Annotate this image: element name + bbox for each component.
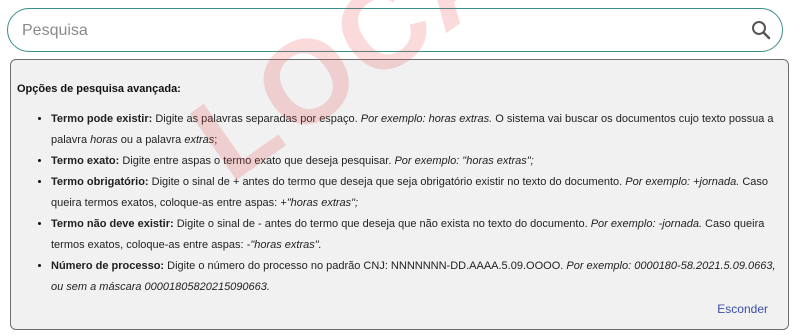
tip-example: Por exemplo: "horas extras"; bbox=[394, 155, 534, 167]
tip-term: Termo obrigatório: bbox=[51, 176, 149, 188]
search-bar[interactable] bbox=[7, 8, 783, 52]
tip-term: Termo exato: bbox=[51, 155, 120, 167]
tip-desc: Digite o sinal de - antes do termo que d… bbox=[173, 218, 591, 230]
tip-word: horas bbox=[90, 134, 118, 146]
panel-title: Opções de pesquisa avançada: bbox=[17, 83, 181, 95]
tip-example: Por exemplo: -jornada. bbox=[590, 218, 702, 230]
list-item: Termo obrigatório: Digite o sinal de + a… bbox=[51, 172, 776, 214]
list-item: Termo pode existir: Digite as palavras s… bbox=[51, 109, 776, 151]
tip-term: Número de processo: bbox=[51, 260, 165, 272]
tip-desc: Digite entre aspas o termo exato que des… bbox=[119, 155, 395, 167]
tip-word: extras bbox=[184, 134, 215, 146]
tip-desc: Digite o sinal de + antes do termo que d… bbox=[148, 176, 626, 188]
tip-term: Termo pode existir: bbox=[51, 113, 153, 125]
tips-list: Termo pode existir: Digite as palavras s… bbox=[11, 109, 776, 298]
tip-desc: Digite o número do processo no padrão CN… bbox=[164, 260, 567, 272]
tip-example: Por exemplo: horas extras. bbox=[360, 113, 493, 125]
hide-advanced-link[interactable]: Esconder bbox=[717, 302, 768, 316]
tip-desc: ou a palavra bbox=[117, 134, 185, 146]
tip-example: -"horas extras". bbox=[246, 239, 322, 251]
tip-term: Termo não deve existir: bbox=[51, 218, 174, 230]
list-item: Número de processo: Digite o número do p… bbox=[51, 256, 776, 298]
tip-example: +"horas extras"; bbox=[280, 197, 359, 209]
tip-example: Por exemplo: +jornada. bbox=[625, 176, 740, 188]
list-item: Termo não deve existir: Digite o sinal d… bbox=[51, 214, 776, 256]
search-icon[interactable] bbox=[750, 19, 772, 41]
tip-end: ; bbox=[214, 134, 218, 146]
search-input[interactable] bbox=[20, 15, 744, 47]
list-item: Termo exato: Digite entre aspas o termo … bbox=[51, 151, 776, 172]
tip-desc: Digite as palavras separadas por espaço. bbox=[152, 113, 361, 125]
advanced-search-panel: Opções de pesquisa avançada: Termo pode … bbox=[10, 59, 789, 330]
